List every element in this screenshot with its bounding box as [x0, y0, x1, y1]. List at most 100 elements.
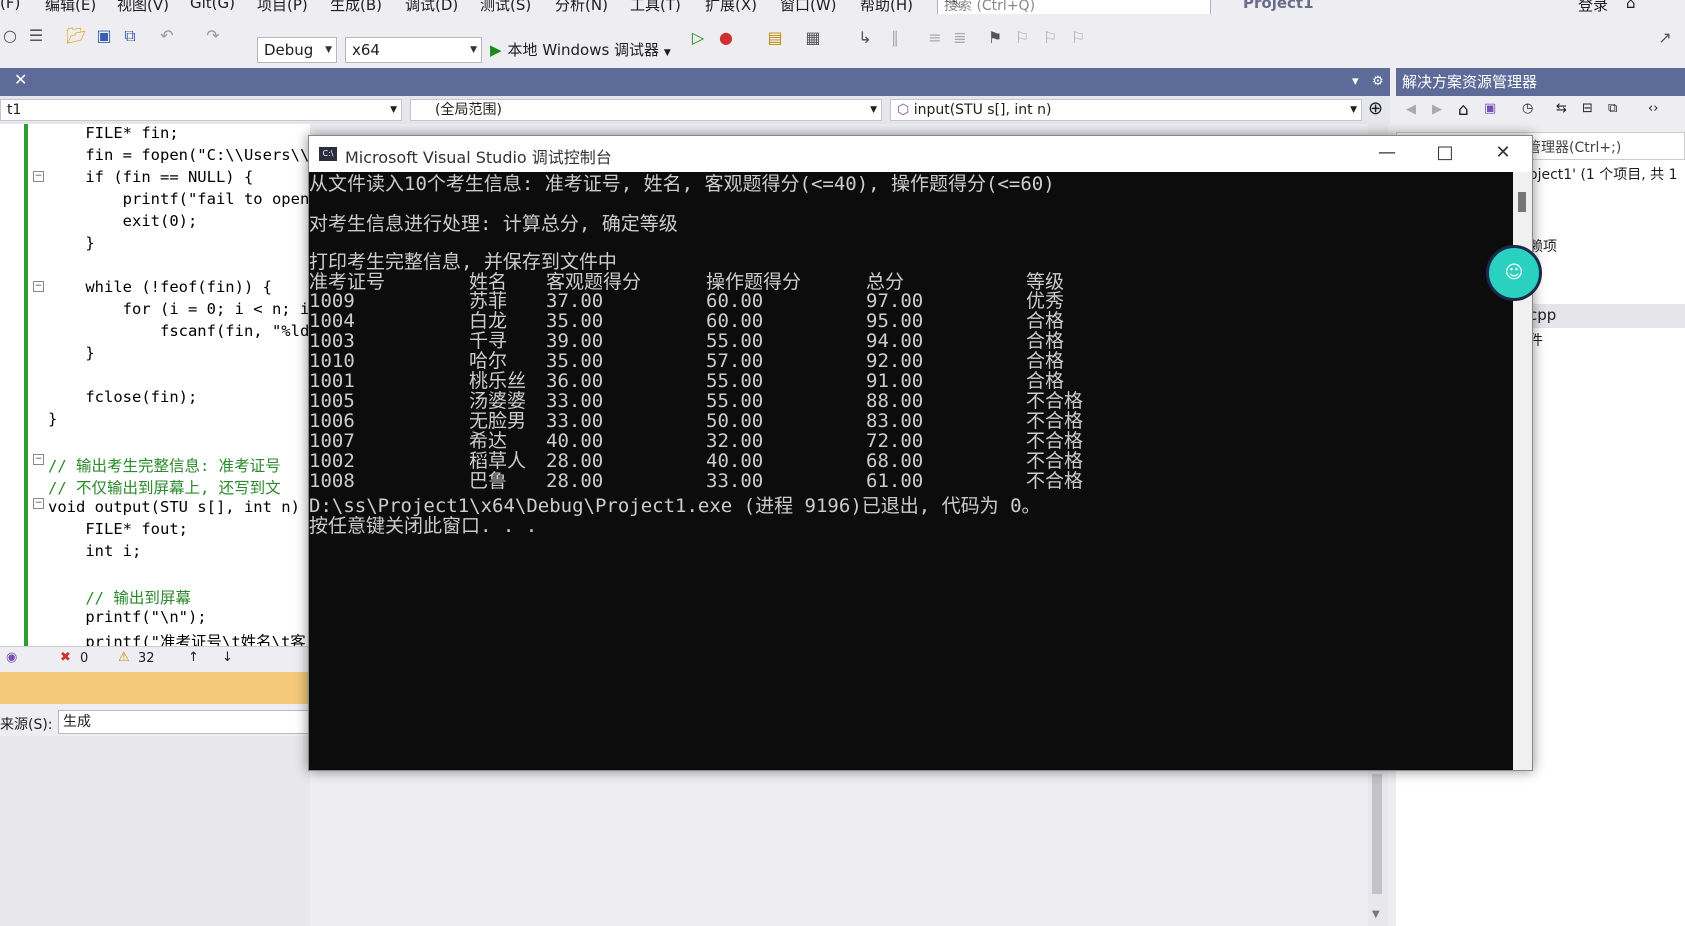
- platform-select[interactable]: x64 ▼: [345, 37, 482, 63]
- error-icon[interactable]: ✖: [60, 650, 71, 665]
- assistant-mascot-icon[interactable]: ☺: [1486, 245, 1542, 301]
- tab-dropdown-icon[interactable]: ▾: [1352, 74, 1359, 89]
- table-cell: 不合格: [1026, 410, 1084, 432]
- start-debugger-button[interactable]: ▶ 本地 Windows 调试器 ▼: [490, 38, 671, 62]
- table-cell: 稻草人: [469, 450, 527, 472]
- intellicode-icon[interactable]: ◉: [6, 650, 17, 665]
- menu-git[interactable]: Git(G): [190, 0, 235, 12]
- project-combo[interactable]: t1 ▼: [0, 99, 402, 121]
- console-output: 从文件读入10个考生信息: 准考证号, 姓名, 客观题得分(<=40), 操作题…: [309, 172, 1513, 770]
- menu-debug[interactable]: 调试(D): [405, 0, 458, 14]
- scope-combo[interactable]: (全局范围) ▼: [410, 99, 882, 121]
- solution-explorer-title: 解决方案资源管理器: [1396, 68, 1685, 96]
- bookmark-icon[interactable]: ⚑: [985, 28, 1005, 48]
- table-cell: 60.00: [706, 310, 764, 332]
- table-cell: 无脸男: [469, 410, 527, 432]
- table-cell: 不合格: [1026, 470, 1084, 492]
- hot-reload-icon[interactable]: ●: [716, 28, 736, 48]
- chevron-down-icon: ▼: [1350, 105, 1357, 115]
- new-project-icon[interactable]: ☰: [26, 26, 46, 46]
- save-all-icon[interactable]: ⧉: [120, 26, 140, 46]
- fold-toggle[interactable]: −: [33, 171, 44, 182]
- history-icon[interactable]: ◷: [1522, 101, 1533, 116]
- console-scrollbar-thumb[interactable]: [1518, 192, 1526, 212]
- member-combo[interactable]: ⬡ input(STU s[], int n) ▼: [890, 99, 1362, 121]
- code-line: }: [48, 234, 95, 252]
- vs-icon[interactable]: ▣: [1484, 101, 1496, 116]
- scroll-down-icon[interactable]: ▼: [1372, 909, 1380, 920]
- home-icon[interactable]: ⌂: [1458, 100, 1469, 120]
- login-link[interactable]: 登录: [1578, 0, 1608, 14]
- code-view-icon[interactable]: ‹›: [1648, 101, 1658, 116]
- menu-tools[interactable]: 工具(T): [630, 0, 681, 14]
- gear-icon[interactable]: ⚙: [1372, 74, 1384, 89]
- maximize-button[interactable]: □: [1425, 140, 1465, 166]
- fold-toggle[interactable]: −: [33, 498, 44, 509]
- console-line: 打印考生完整信息, 并保存到文件中: [309, 251, 617, 273]
- comment-icon[interactable]: ≡: [925, 28, 945, 48]
- person-icon[interactable]: ⌂: [1626, 0, 1636, 12]
- warning-count: 32: [138, 651, 155, 666]
- console-title-bar[interactable]: C:\ Microsoft Visual Studio 调试控制台 — □ ✕: [309, 136, 1532, 172]
- table-cell: 不合格: [1026, 450, 1084, 472]
- warning-icon[interactable]: ⚠: [118, 650, 130, 665]
- browse-folder-icon[interactable]: ▤: [765, 28, 785, 48]
- menu-view[interactable]: 视图(V): [117, 0, 169, 14]
- prev-bookmark-icon[interactable]: ⚐: [1012, 28, 1032, 48]
- config-select[interactable]: Debug ▼: [257, 37, 337, 63]
- next-bookmark-icon[interactable]: ⚐: [1040, 28, 1060, 48]
- show-all-icon[interactable]: ⧉: [1608, 101, 1617, 116]
- menu-edit[interactable]: 编辑(E): [45, 0, 96, 14]
- menu-help[interactable]: 帮助(H): [860, 0, 913, 14]
- scrollbar-thumb[interactable]: [1372, 774, 1382, 894]
- debug-console-window[interactable]: C:\ Microsoft Visual Studio 调试控制台 — □ ✕ …: [308, 135, 1533, 771]
- nav-back-icon[interactable]: ○: [0, 26, 20, 46]
- menu-analyze[interactable]: 分析(N): [555, 0, 608, 14]
- tree-item-cpp[interactable]: cpp: [1529, 306, 1556, 324]
- redo-icon[interactable]: ↷: [203, 26, 223, 46]
- fold-toggle[interactable]: −: [33, 281, 44, 292]
- table-cell: 1007: [309, 430, 355, 452]
- collapse-icon[interactable]: ⊟: [1582, 101, 1593, 116]
- step-icon[interactable]: ↳: [855, 28, 875, 48]
- table-cell: 汤婆婆: [469, 390, 527, 412]
- table-cell: 35.00: [546, 350, 604, 372]
- close-button[interactable]: ✕: [1483, 140, 1523, 166]
- start-without-debug-icon[interactable]: ▷: [688, 28, 708, 48]
- layout-icon[interactable]: ▦: [803, 28, 823, 48]
- table-cell: 优秀: [1026, 290, 1065, 312]
- menu-file[interactable]: (F): [0, 0, 20, 12]
- table-cell: 92.00: [866, 350, 924, 372]
- minimize-button[interactable]: —: [1367, 140, 1407, 166]
- uncomment-icon[interactable]: ≣: [950, 28, 970, 48]
- fold-toggle[interactable]: −: [33, 454, 44, 465]
- menu-project[interactable]: 项目(P): [257, 0, 308, 14]
- menu-extensions[interactable]: 扩展(X): [705, 0, 757, 14]
- output-source-select[interactable]: 生成: [58, 710, 310, 734]
- output-source-row: 来源(S): 生成: [0, 708, 310, 736]
- split-editor-icon[interactable]: ⊕: [1368, 98, 1383, 119]
- menu-bar: (F) 编辑(E) 视图(V) Git(G) 项目(P) 生成(B) 调试(D)…: [0, 0, 1685, 14]
- search-input[interactable]: 搜索 (Ctrl+Q) 🔍︎: [937, 0, 1211, 14]
- share-icon[interactable]: ↗: [1655, 28, 1675, 48]
- tree-item-solution[interactable]: oject1' (1 个项目, 共 1: [1529, 164, 1678, 184]
- clear-bookmark-icon[interactable]: ⚐: [1068, 28, 1088, 48]
- arrow-up-icon[interactable]: ↑: [188, 650, 199, 665]
- chevron-down-icon: ▼: [470, 45, 477, 55]
- code-line: FILE* fin;: [48, 124, 179, 142]
- arrow-down-icon[interactable]: ↓: [222, 650, 233, 665]
- sync-icon[interactable]: ⇆: [1556, 101, 1567, 116]
- undo-icon[interactable]: ↶: [157, 26, 177, 46]
- code-editor[interactable]: − − − − FILE* fin; fin = fopen("C:\\User…: [0, 124, 310, 646]
- open-folder-icon[interactable]: 📂︎: [66, 26, 86, 46]
- menu-build[interactable]: 生成(B): [330, 0, 382, 14]
- console-app-icon: C:\: [319, 147, 337, 161]
- save-icon[interactable]: ▣: [94, 26, 114, 46]
- back-icon[interactable]: ◀: [1406, 102, 1416, 117]
- toggle-icon[interactable]: ∥: [885, 28, 905, 48]
- close-icon[interactable]: ✕: [14, 70, 27, 89]
- output-content[interactable]: [0, 736, 310, 926]
- forward-icon[interactable]: ▶: [1432, 102, 1442, 117]
- menu-window[interactable]: 窗口(W): [780, 0, 837, 14]
- menu-test[interactable]: 测试(S): [480, 0, 531, 14]
